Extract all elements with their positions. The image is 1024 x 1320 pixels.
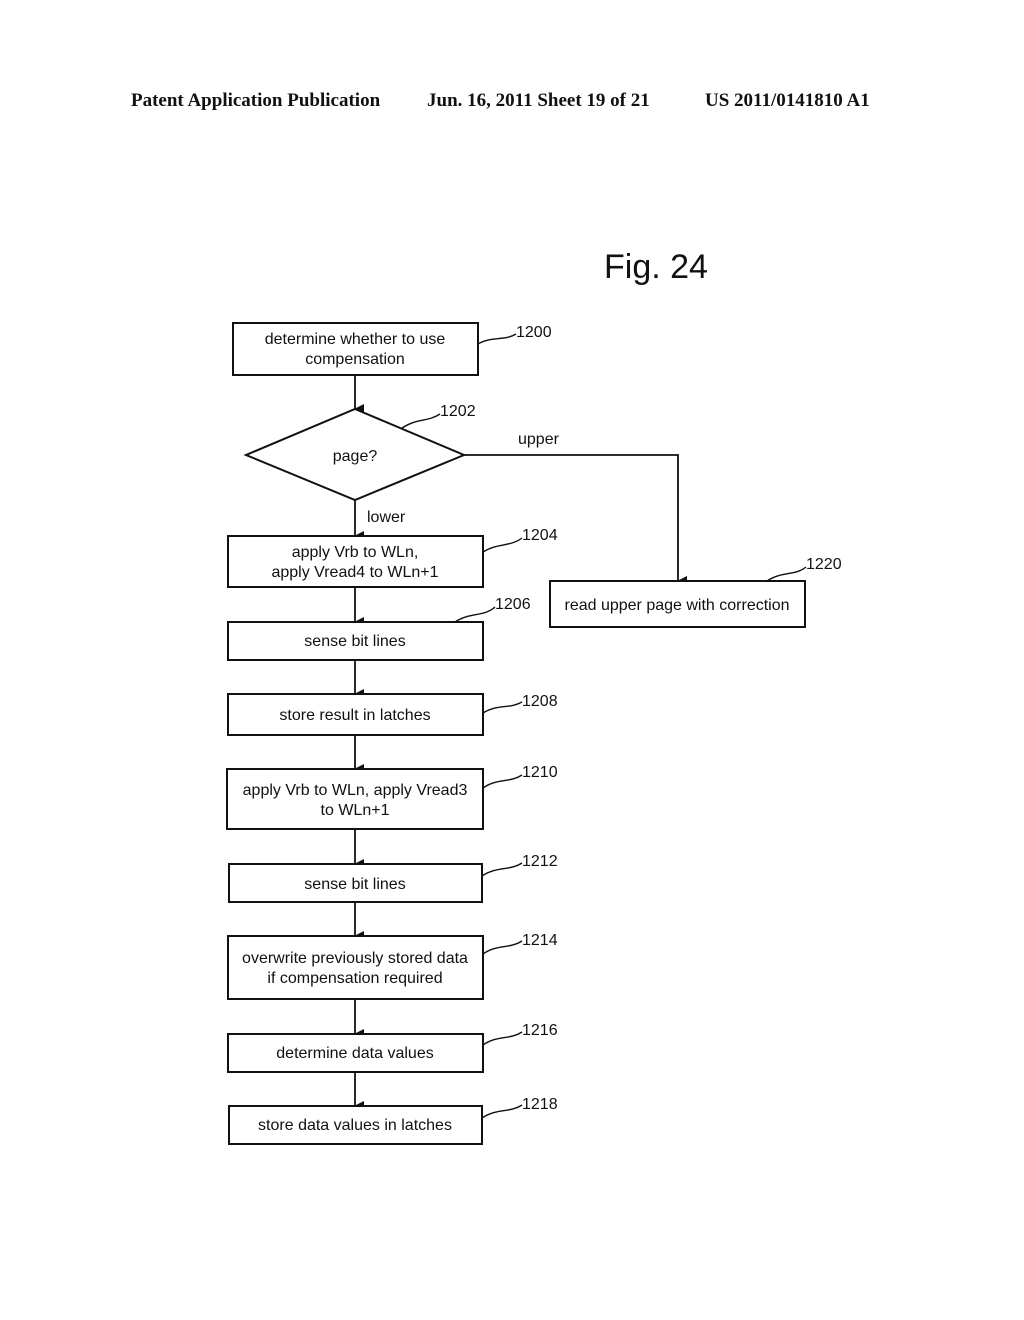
step-1216: determine data values 1216 bbox=[227, 1022, 558, 1073]
ref-1210: 1210 bbox=[522, 764, 558, 781]
decision-1202-text: page? bbox=[333, 448, 378, 465]
step-1206: sense bit lines 1206 bbox=[227, 596, 531, 661]
ref-1204: 1204 bbox=[522, 527, 558, 544]
step-1220: read upper page with correction 1220 bbox=[549, 556, 842, 628]
ref-1202: 1202 bbox=[440, 403, 476, 420]
leader-1200 bbox=[477, 333, 517, 345]
step-1214: overwrite previously stored data if comp… bbox=[227, 932, 558, 1000]
step-1206-text: sense bit lines bbox=[304, 633, 405, 650]
leader-1206 bbox=[454, 606, 496, 623]
leader-1210 bbox=[482, 774, 523, 789]
ref-1216: 1216 bbox=[522, 1022, 558, 1039]
step-1204: apply Vrb to WLn, apply Vread4 to WLn+1 … bbox=[227, 527, 558, 588]
ref-1200: 1200 bbox=[516, 324, 552, 341]
ref-1212: 1212 bbox=[522, 853, 558, 870]
leader-1216 bbox=[482, 1031, 523, 1046]
arrow-1202-1220 bbox=[464, 454, 687, 586]
step-1212-text: sense bit lines bbox=[304, 876, 405, 893]
leader-1218 bbox=[481, 1104, 523, 1119]
step-1208-text: store result in latches bbox=[279, 707, 430, 724]
step-1214-line2: if compensation required bbox=[267, 970, 442, 987]
step-1212: sense bit lines 1212 bbox=[228, 853, 558, 903]
step-1200: determine whether to use compensation 12… bbox=[232, 322, 552, 376]
step-1208: store result in latches 1208 bbox=[227, 693, 558, 736]
leader-1202 bbox=[401, 413, 441, 429]
leader-1220 bbox=[766, 566, 807, 582]
step-1210: apply Vrb to WLn, apply Vread3 to WLn+1 … bbox=[226, 764, 558, 830]
step-1200-line2: compensation bbox=[305, 351, 405, 368]
step-1218-text: store data values in latches bbox=[258, 1117, 452, 1134]
step-1204-line2: apply Vread4 to WLn+1 bbox=[271, 564, 438, 581]
ref-1214: 1214 bbox=[522, 932, 558, 949]
leader-1204 bbox=[482, 537, 523, 553]
step-1210-line2: to WLn+1 bbox=[321, 802, 390, 819]
decision-1202: page? 1202 upper lower bbox=[243, 403, 560, 526]
step-1200-line1: determine whether to use bbox=[265, 331, 446, 348]
ref-1206: 1206 bbox=[495, 596, 531, 613]
step-1218: store data values in latches 1218 bbox=[228, 1096, 558, 1145]
leader-1214 bbox=[482, 940, 523, 955]
step-1216-text: determine data values bbox=[276, 1045, 433, 1062]
ref-1218: 1218 bbox=[522, 1096, 558, 1113]
ref-1220: 1220 bbox=[806, 556, 842, 573]
leader-1212 bbox=[481, 862, 523, 877]
step-1214-line1: overwrite previously stored data bbox=[242, 950, 468, 967]
branch-upper-label: upper bbox=[518, 431, 560, 448]
flowchart: determine whether to use compensation 12… bbox=[226, 322, 842, 1145]
ref-1208: 1208 bbox=[522, 693, 558, 710]
step-1204-line1: apply Vrb to WLn, bbox=[292, 544, 419, 561]
branch-lower-label: lower bbox=[367, 509, 406, 526]
step-1220-text: read upper page with correction bbox=[564, 597, 789, 614]
step-1210-line1: apply Vrb to WLn, apply Vread3 bbox=[243, 782, 468, 799]
leader-1208 bbox=[482, 701, 523, 714]
